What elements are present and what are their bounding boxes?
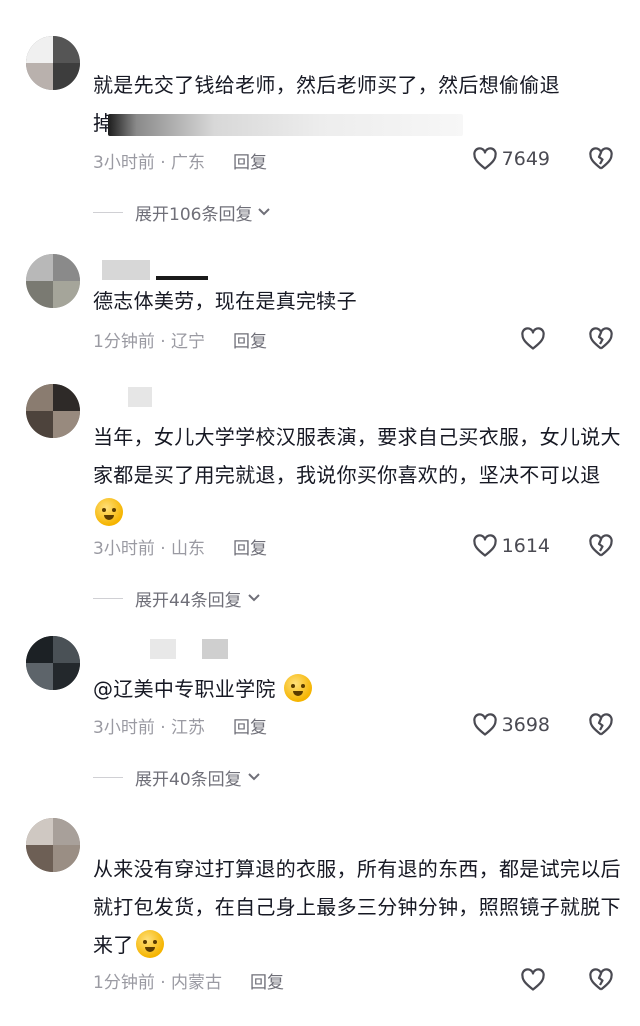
username-blurred[interactable] [102,385,152,407]
like-count: 7649 [501,148,550,170]
reply-button[interactable]: 回复 [233,713,267,738]
comment-meta: 3小时前 · 江苏 回复 [93,713,267,738]
reply-button[interactable]: 回复 [233,327,267,352]
comment-meta: 3小时前 · 广东 回复 [93,148,267,173]
username-blurred[interactable] [102,258,208,280]
broken-heart-icon [589,534,613,557]
time-location: 1分钟前 · 辽宁 [93,331,206,352]
comment-text: 德志体美劳，现在是真完犊子 [93,289,357,313]
comment-meta: 1分钟前 · 辽宁 回复 [93,327,267,352]
chevron-down-icon [247,594,260,602]
broken-heart-icon [589,968,613,991]
avatar[interactable] [26,818,80,872]
like-button[interactable]: 1614 [472,533,550,559]
time-location: 3小时前 · 山东 [93,538,206,559]
dislike-button[interactable] [588,712,614,738]
comment-meta: 3小时前 · 山东 回复 [93,534,267,559]
expand-label: 展开106条回复 [135,204,253,225]
dislike-button[interactable] [588,533,614,559]
expand-label: 展开40条回复 [135,769,242,790]
broken-heart-icon [589,327,613,350]
crying-laugh-emoji-icon [95,498,123,526]
heart-outline-icon [472,534,497,557]
divider-line [93,776,123,778]
chevron-down-icon [258,208,271,216]
chevron-down-icon [247,773,260,781]
avatar[interactable] [26,254,80,308]
like-count: 1614 [501,535,550,557]
like-button[interactable] [520,967,550,993]
blurred-text [108,114,463,136]
reply-button[interactable]: 回复 [233,534,267,559]
expand-label: 展开44条回复 [135,590,242,611]
comment-meta: 1分钟前 · 内蒙古 回复 [93,968,284,993]
comment-text: 当年，女儿大学学校汉服表演，要求自己买衣服，女儿说大家都是买了用完就退，我说你买… [93,418,623,532]
like-button[interactable]: 3698 [472,712,550,738]
heart-outline-icon [472,147,497,170]
dislike-button[interactable] [588,967,614,993]
heart-outline-icon [521,327,545,350]
expand-replies[interactable]: 展开106条回复 [93,200,272,225]
expand-replies[interactable]: 展开40条回复 [93,765,262,790]
reply-button[interactable]: 回复 [233,148,267,173]
time-location: 1分钟前 · 内蒙古 [93,972,223,993]
avatar[interactable] [26,636,80,690]
divider-line [93,597,123,599]
heart-outline-icon [521,968,545,991]
like-count: 3698 [501,714,550,736]
time-location: 3小时前 · 江苏 [93,717,206,738]
like-button[interactable] [520,326,550,352]
comment-text: @辽美中专职业学院 [93,670,623,708]
avatar[interactable] [26,384,80,438]
comment-text: 从来没有穿过打算退的衣服，所有退的东西，都是试完以后就打包发货，在自己身上最多三… [93,857,621,958]
dislike-button[interactable] [588,146,614,172]
reply-button[interactable]: 回复 [250,968,284,993]
broken-heart-icon [589,147,613,170]
dislike-button[interactable] [588,326,614,352]
divider-line [93,211,123,213]
username-blurred[interactable] [102,637,228,659]
time-location: 3小时前 · 广东 [93,152,206,173]
avatar[interactable] [26,36,80,90]
crying-laugh-emoji-icon [135,930,164,958]
like-button[interactable]: 7649 [472,146,550,172]
broken-heart-icon [589,713,613,736]
heart-outline-icon [472,713,497,736]
expand-replies[interactable]: 展开44条回复 [93,586,262,611]
shy-face-emoji-icon [283,674,312,702]
